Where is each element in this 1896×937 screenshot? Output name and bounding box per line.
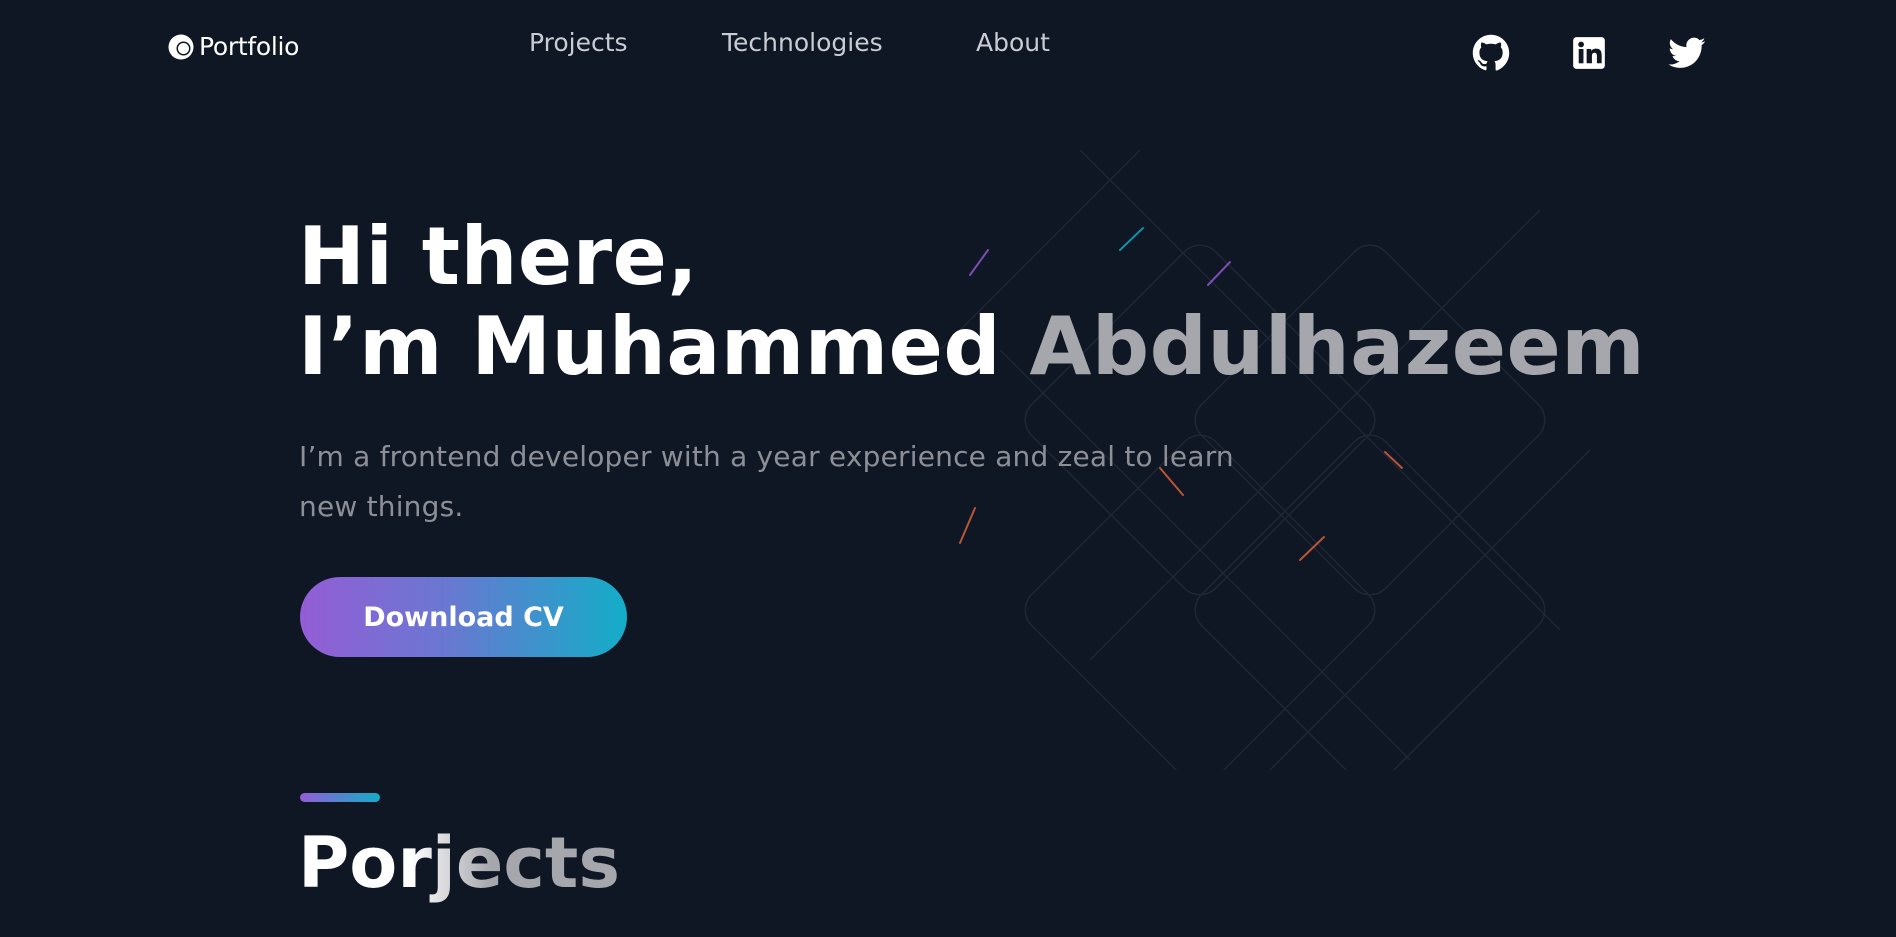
nav-technologies[interactable]: Technologies [722, 28, 883, 57]
site-header: Portfolio Projects Technologies About [0, 0, 1896, 100]
section-divider [300, 793, 380, 802]
portfolio-page: Portfolio Projects Technologies About Hi… [0, 0, 1896, 937]
section-title: Porjects [298, 818, 620, 908]
hero-title: Hi there, I’m Muhammed Abdulhazeem [298, 212, 1645, 392]
linkedin-link[interactable] [1570, 34, 1608, 72]
hero-name-last: Abdulhazeem [1029, 300, 1646, 393]
hero-greeting: Hi there, [298, 210, 699, 303]
linkedin-icon [1573, 37, 1605, 69]
nav-about[interactable]: About [976, 28, 1050, 57]
github-link[interactable] [1472, 34, 1510, 72]
hero-name-first: I’m Muhammed [298, 300, 1030, 393]
logo-icon [168, 34, 194, 59]
nav-projects[interactable]: Projects [529, 28, 628, 57]
twitter-icon [1668, 37, 1706, 68]
github-icon [1472, 34, 1510, 71]
twitter-link[interactable] [1668, 34, 1706, 72]
logo-link[interactable]: Portfolio [167, 32, 299, 61]
logo-text: Portfolio [199, 32, 300, 61]
hero-description: I’m a frontend developer with a year exp… [299, 440, 1234, 523]
download-cv-button[interactable]: Download CV [300, 577, 627, 657]
